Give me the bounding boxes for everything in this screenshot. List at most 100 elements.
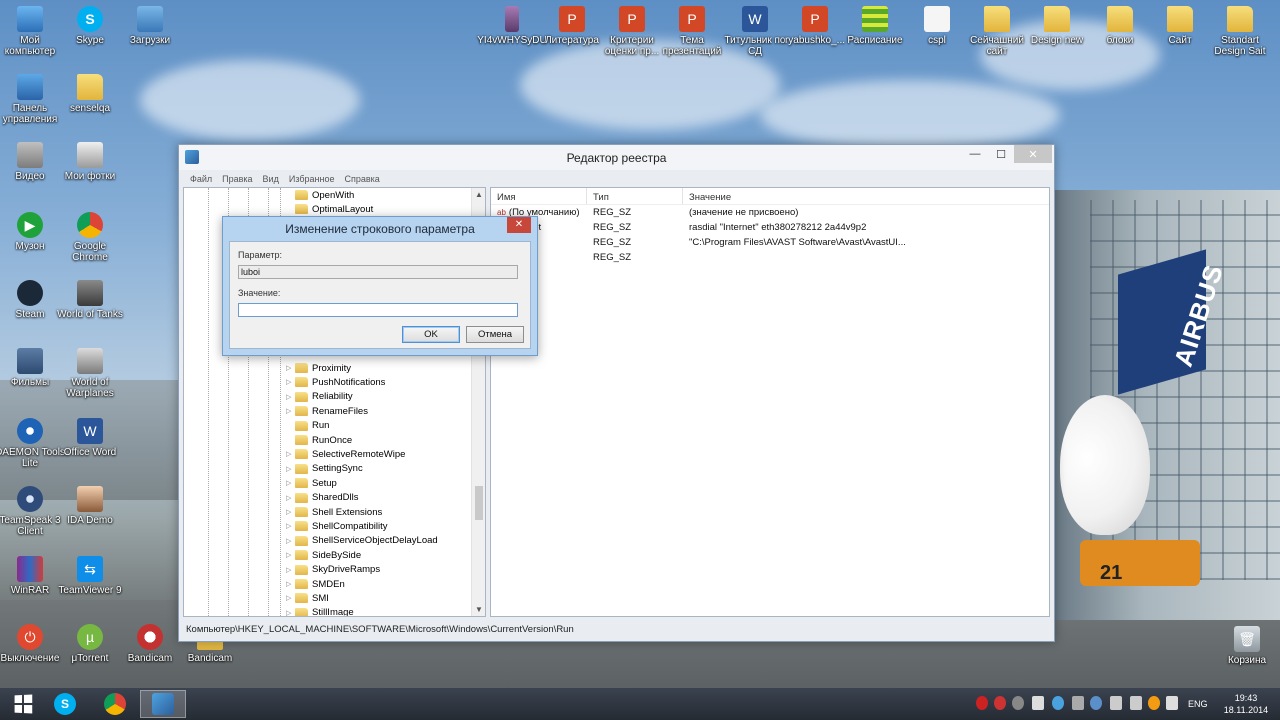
desktop-shortcut[interactable]: senselqa — [55, 74, 125, 114]
clock-date: 18.11.2014 — [1223, 705, 1269, 715]
registry-values-list[interactable]: Имя Тип Значение ab (По умолчанию) REG_SZ(… — [490, 187, 1050, 617]
tree-key-label: SMI — [312, 592, 329, 604]
expand-arrow-icon[interactable]: ▷ — [286, 580, 295, 588]
desktop-shortcut[interactable]: World of Warplanes — [55, 348, 125, 399]
desktop-shortcut[interactable]: Google Chrome — [55, 212, 125, 263]
tree-key[interactable]: ▷ ShellCompatibility — [286, 519, 388, 533]
desktop-shortcut[interactable]: World of Tanks — [55, 280, 125, 320]
tree-key[interactable]: ▷ RenameFiles — [286, 404, 368, 418]
start-button[interactable] — [0, 690, 46, 718]
minimize-button[interactable]: — — [962, 145, 988, 163]
tree-scroll-thumb[interactable] — [475, 486, 483, 520]
language-indicator[interactable]: ENG — [1188, 699, 1208, 709]
menu-file[interactable]: Файл — [190, 174, 212, 184]
desktop-shortcut[interactable]: ⇆ TeamViewer 9 — [55, 556, 125, 596]
desktop-shortcut[interactable]: P Тема презентаций — [657, 6, 727, 57]
expand-arrow-icon[interactable]: ▷ — [286, 594, 295, 602]
tree-key[interactable]: ▷ SMI — [286, 591, 329, 605]
tree-key[interactable]: ▷ SkyDriveRamps — [286, 563, 380, 577]
value-data-field[interactable] — [238, 303, 518, 317]
tree-key[interactable]: ▷ ShellServiceObjectDelayLoad — [286, 534, 438, 548]
desktop-shortcut[interactable]: Design new — [1022, 6, 1092, 46]
tray-volume-icon[interactable] — [1166, 696, 1178, 710]
tree-key[interactable]: OpenWith — [286, 188, 354, 202]
scroll-up-arrow-icon[interactable]: ▲ — [472, 190, 485, 199]
tray-power-icon[interactable] — [1130, 696, 1142, 710]
menu-help[interactable]: Справка — [344, 174, 379, 184]
column-value[interactable]: Значение — [683, 188, 1049, 204]
menu-edit[interactable]: Правка — [222, 174, 252, 184]
value-row[interactable]: ab (По умолчанию) REG_SZ (значение не присв… — [491, 205, 1049, 220]
expand-arrow-icon[interactable]: ▷ — [286, 551, 295, 559]
tree-key[interactable]: ▷ Setup — [286, 476, 337, 490]
desktop-shortcut[interactable]: Расписание — [840, 6, 910, 46]
dialog-close-button[interactable]: ✕ — [507, 217, 531, 233]
tree-key[interactable]: ▷ StillImage — [286, 606, 354, 616]
tray-app-icon[interactable] — [994, 696, 1006, 710]
system-clock[interactable]: 19:43 18.11.2014 — [1222, 692, 1270, 716]
desktop-shortcut-label: Критерии оценки пр... — [604, 35, 660, 57]
word-icon: W — [77, 418, 103, 444]
value-row[interactable]: abInternetREG_SZrasdial "Internet" eth38… — [491, 220, 1049, 235]
tree-key[interactable]: RunOnce — [286, 433, 352, 447]
column-type[interactable]: Тип — [587, 188, 683, 204]
expand-arrow-icon[interactable]: ▷ — [286, 364, 295, 372]
column-name[interactable]: Имя — [491, 188, 587, 204]
expand-arrow-icon[interactable]: ▷ — [286, 566, 295, 574]
tree-key[interactable]: ▷ SideBySide — [286, 548, 361, 562]
value-row[interactable]: abREG_SZ — [491, 250, 1049, 265]
tree-key[interactable]: Run — [286, 419, 329, 433]
tree-key[interactable]: OptimalLayout — [286, 202, 373, 216]
tray-notification-icon[interactable] — [1032, 696, 1044, 710]
param-name-field[interactable]: luboi — [238, 265, 518, 279]
tree-key[interactable]: ▷ Shell Extensions — [286, 505, 382, 519]
tree-key[interactable]: ▷ SelectiveRemoteWipe — [286, 447, 405, 461]
desktop-shortcut[interactable]: Загрузки — [115, 6, 185, 46]
expand-arrow-icon[interactable]: ▷ — [286, 465, 295, 473]
cancel-button[interactable]: Отмена — [466, 326, 524, 343]
expand-arrow-icon[interactable]: ▷ — [286, 450, 295, 458]
tree-key[interactable]: ▷ Proximity — [286, 361, 351, 375]
taskbar-skype[interactable]: S — [42, 690, 88, 718]
menu-favorites[interactable]: Избранное — [289, 174, 335, 184]
tree-key[interactable]: ▷ SettingSync — [286, 462, 363, 476]
tree-key[interactable]: ▷ Reliability — [286, 390, 353, 404]
tree-key[interactable]: ▷ PushNotifications — [286, 375, 385, 389]
tray-network-icon[interactable] — [1052, 696, 1064, 710]
desktop-shortcut[interactable]: IDA Demo — [55, 486, 125, 526]
maximize-button[interactable]: ☐ — [988, 145, 1014, 163]
tree-key[interactable]: ▷ SharedDlls — [286, 491, 358, 505]
ok-button[interactable]: OK — [402, 326, 460, 343]
expand-arrow-icon[interactable]: ▷ — [286, 407, 295, 415]
taskbar-regedit[interactable] — [140, 690, 186, 718]
expand-arrow-icon[interactable]: ▷ — [286, 537, 295, 545]
expand-arrow-icon[interactable]: ▷ — [286, 609, 295, 616]
value-row[interactable]: ab...I.exeREG_SZ"C:\Program Files\AVAST … — [491, 235, 1049, 250]
tree-key[interactable]: ▷ SMDEn — [286, 577, 345, 591]
scroll-down-arrow-icon[interactable]: ▼ — [472, 605, 485, 614]
tray-app-icon[interactable] — [1012, 696, 1024, 710]
desktop-shortcut-label: Steam — [15, 309, 45, 320]
taskbar-chrome[interactable] — [92, 690, 138, 718]
close-button[interactable]: ✕ — [1014, 145, 1052, 163]
tray-app-icon[interactable] — [1072, 696, 1084, 710]
expand-arrow-icon[interactable]: ▷ — [286, 479, 295, 487]
menu-view[interactable]: Вид — [263, 174, 279, 184]
tray-app-icon[interactable] — [976, 696, 988, 710]
recycle-bin[interactable]: 🗑 Корзина — [1212, 626, 1280, 666]
expand-arrow-icon[interactable]: ▷ — [286, 494, 295, 502]
desktop-shortcut[interactable]: Мои фотки — [55, 142, 125, 182]
desktop-shortcut[interactable]: Standart Design Sait — [1205, 6, 1275, 57]
desktop-shortcut-label: Мой компьютер — [4, 35, 56, 57]
value-label: Значение: — [238, 288, 281, 298]
edit-string-dialog[interactable]: Изменение строкового параметра ✕ Парамет… — [222, 216, 538, 356]
expand-arrow-icon[interactable]: ▷ — [286, 378, 295, 386]
desktop-shortcut[interactable]: W Office Word — [55, 418, 125, 458]
window-titlebar[interactable]: Редактор реестра — ☐ ✕ — [179, 145, 1054, 170]
tray-steam-icon[interactable] — [1090, 696, 1102, 710]
tray-avast-icon[interactable] — [1148, 696, 1160, 710]
tray-flag-icon[interactable] — [1110, 696, 1122, 710]
expand-arrow-icon[interactable]: ▷ — [286, 393, 295, 401]
expand-arrow-icon[interactable]: ▷ — [286, 522, 295, 530]
expand-arrow-icon[interactable]: ▷ — [286, 508, 295, 516]
